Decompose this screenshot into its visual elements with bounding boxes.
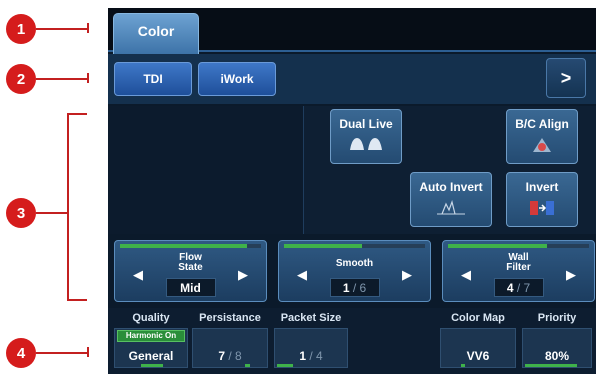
persistance-value-text: 7 [218, 349, 225, 363]
wall-filter-value-text: 4 [506, 281, 514, 295]
quality-title: Quality [132, 312, 170, 324]
bc-align-label: B/C Align [515, 117, 569, 131]
wall-filter-value-total: / 7 [516, 281, 531, 295]
invert-button[interactable]: Invert [506, 172, 578, 227]
packet-size-value-text: 1 [299, 349, 306, 363]
arrow-right-icon[interactable]: ▶ [566, 267, 576, 283]
wall-filter-level-bar [448, 244, 589, 248]
priority-param[interactable]: Priority 80% [522, 312, 592, 368]
flow-state-knob[interactable]: ◀ Flow State Mid ▶ [114, 240, 267, 302]
invert-label: Invert [525, 180, 559, 194]
quality-value: General [128, 349, 174, 363]
auto-invert-label: Auto Invert [419, 180, 483, 194]
packet-size-value-total: / 4 [309, 349, 323, 363]
function-area-left-pane [108, 106, 304, 234]
color-map-box[interactable]: VV6 [440, 328, 516, 368]
smooth-level-bar [284, 244, 425, 248]
callout-2: 2 [6, 64, 36, 94]
callout-2-line [36, 78, 88, 80]
packet-size-value: 1 / 4 [275, 349, 347, 363]
tab-color[interactable]: Color [113, 13, 199, 54]
quality-param[interactable]: Quality Harmonic On General [114, 312, 188, 368]
persistance-box[interactable]: 7 / 8 [192, 328, 268, 368]
arrow-right-icon[interactable]: ▶ [402, 267, 412, 283]
color-map-value: VV6 [466, 349, 490, 363]
arrow-right-icon[interactable]: ▶ [238, 267, 248, 283]
smooth-knob[interactable]: ◀ Smooth 1 / 6 ▶ [278, 240, 431, 302]
quality-box[interactable]: Harmonic On General [114, 328, 188, 368]
persistance-value: 7 / 8 [193, 349, 267, 363]
smooth-level-fill [284, 244, 362, 248]
callout-4-tick [87, 347, 89, 357]
bc-align-button[interactable]: B/C Align [506, 109, 578, 164]
tdi-button[interactable]: TDI [114, 62, 192, 96]
packet-size-indicator [277, 364, 293, 367]
priority-indicator [525, 364, 577, 367]
callout-2-tick [87, 73, 89, 83]
smooth-value: 1 / 6 [329, 278, 380, 297]
harmonic-on-badge: Harmonic On [117, 330, 185, 342]
wall-filter-value: 4 / 7 [493, 278, 544, 297]
persistance-indicator [245, 364, 250, 367]
callout-1: 1 [6, 14, 36, 44]
flow-state-level-fill [120, 244, 247, 248]
wall-filter-knob[interactable]: ◀ Wall Filter 4 / 7 ▶ [442, 240, 595, 302]
auto-invert-button[interactable]: Auto Invert [410, 172, 492, 227]
color-map-indicator [461, 364, 465, 367]
color-mode-panel: Color TDI iWork > Dual Live B/C Align Au… [108, 8, 596, 374]
dual-live-button[interactable]: Dual Live [330, 109, 402, 164]
packet-size-title: Packet Size [280, 312, 342, 324]
packet-size-box[interactable]: 1 / 4 [274, 328, 348, 368]
callout-1-tick [87, 23, 89, 33]
invert-icon [530, 201, 554, 215]
next-page-button[interactable]: > [546, 58, 586, 98]
callout-3-line [36, 212, 68, 214]
priority-box[interactable]: 80% [522, 328, 592, 368]
callout-4: 4 [6, 338, 36, 368]
smooth-value-total: / 6 [352, 281, 367, 295]
bc-align-icon [533, 138, 551, 152]
auto-invert-icon [437, 200, 465, 215]
callout-3-bracket-bottom [67, 299, 87, 301]
flow-state-value-text: Mid [180, 281, 201, 295]
screenshot-stage: 1 2 3 4 Color TDI iWork > Dual Live B/C … [0, 0, 596, 374]
flow-state-value: Mid [165, 278, 216, 297]
callout-1-line [36, 28, 88, 30]
packet-size-param[interactable]: Packet Size 1 / 4 [274, 312, 348, 368]
arrow-left-icon[interactable]: ◀ [297, 267, 307, 283]
callout-3-bracket [67, 113, 69, 301]
callout-3-bracket-top [67, 113, 87, 115]
callout-3: 3 [6, 198, 36, 228]
flow-state-level-bar [120, 244, 261, 248]
persistance-title: Persistance [199, 312, 261, 324]
callout-4-line [36, 352, 88, 354]
priority-value: 80% [544, 349, 570, 363]
dual-live-label: Dual Live [339, 117, 393, 131]
persistance-param[interactable]: Persistance 7 / 8 [192, 312, 268, 368]
color-map-title: Color Map [451, 312, 505, 324]
wall-filter-level-fill [448, 244, 547, 248]
color-map-param[interactable]: Color Map VV6 [440, 312, 516, 368]
iwork-button[interactable]: iWork [198, 62, 276, 96]
chevron-right-icon: > [560, 67, 572, 88]
smooth-value-text: 1 [342, 281, 350, 295]
quality-indicator [141, 364, 163, 367]
persistance-value-total: / 8 [228, 349, 242, 363]
priority-title: Priority [537, 312, 577, 324]
dual-live-icon [350, 138, 382, 150]
